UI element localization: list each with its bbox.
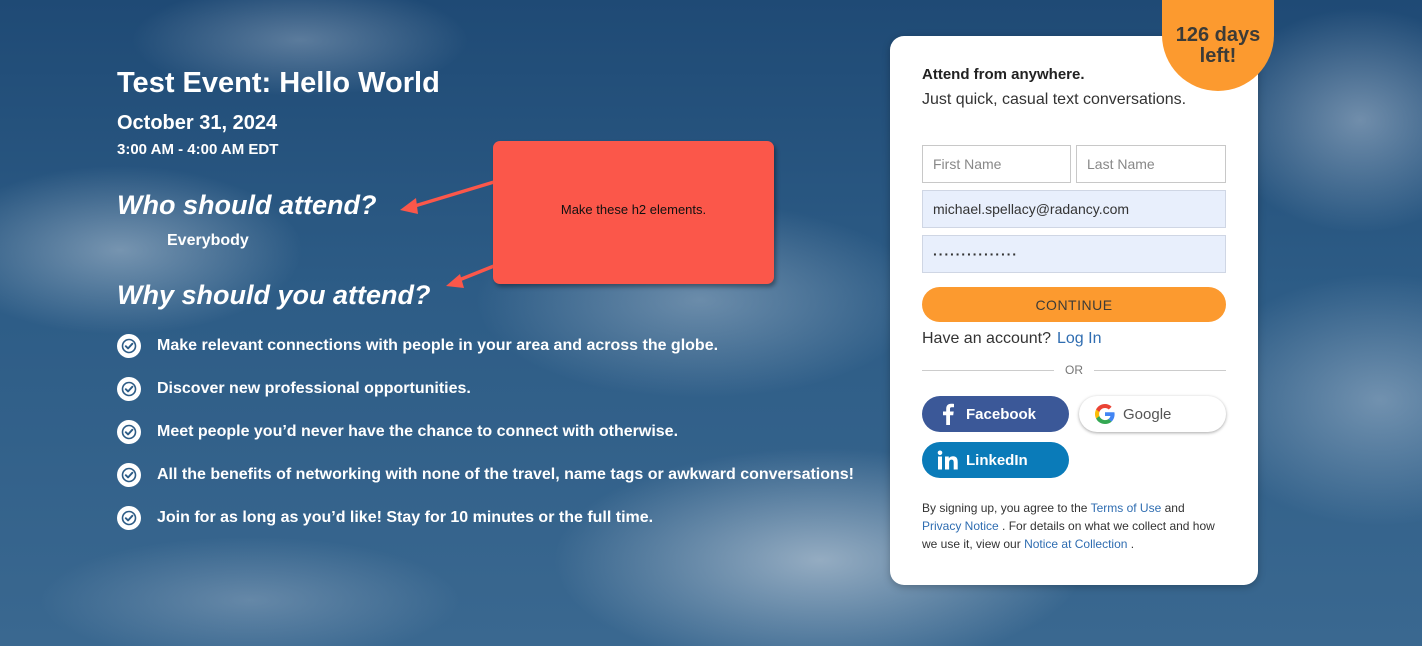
benefit-text: Join for as long as you’d like! Stay for… [157, 508, 654, 526]
last-name-field[interactable]: Last Name [1076, 145, 1226, 183]
event-date: October 31, 2024 [117, 112, 278, 134]
event-title: Test Event: Hello World [117, 67, 440, 99]
check-circle-icon [117, 505, 141, 530]
divider-line [1094, 370, 1226, 371]
password-field[interactable]: ··············· [922, 235, 1226, 273]
google-icon [1089, 403, 1121, 425]
email-field[interactable]: michael.spellacy@radancy.com [922, 190, 1226, 228]
list-item: Meet people you’d never have the chance … [117, 410, 854, 453]
first-name-placeholder: First Name [933, 156, 1002, 172]
linkedin-icon [932, 450, 964, 470]
signup-card: Attend from anywhere. Just quick, casual… [890, 36, 1258, 585]
have-account-text: Have an account? [922, 330, 1051, 347]
benefit-text: Meet people you’d never have the chance … [157, 422, 679, 440]
password-value: ··············· [933, 246, 1018, 262]
last-name-placeholder: Last Name [1087, 156, 1155, 172]
facebook-label: Facebook [966, 405, 1037, 423]
annotation-note-text: Make these h2 elements. [560, 202, 707, 217]
legal-text: By signing up, you agree to the Terms of… [922, 499, 1222, 553]
legal-text-part: By signing up, you agree to the [922, 501, 1088, 515]
check-circle-icon [117, 376, 141, 401]
facebook-icon [932, 403, 964, 425]
linkedin-label: LinkedIn [966, 451, 1028, 469]
benefit-text: All the benefits of networking with none… [157, 465, 855, 483]
or-divider: OR [922, 362, 1226, 377]
continue-button[interactable]: CONTINUE [922, 287, 1226, 322]
signup-header: Attend from anywhere. Just quick, casual… [922, 66, 1186, 109]
check-circle-icon [117, 419, 141, 444]
why-should-you-attend-heading: Why should you attend? [117, 280, 431, 310]
check-circle-icon [117, 462, 141, 487]
facebook-button[interactable]: Facebook [922, 396, 1069, 432]
have-account-row: Have an account? Log In [922, 330, 1101, 348]
first-name-field[interactable]: First Name [922, 145, 1071, 183]
google-button[interactable]: Google [1079, 396, 1226, 432]
list-item: Make relevant connections with people in… [117, 324, 854, 367]
privacy-notice-link[interactable]: Privacy Notice [922, 519, 999, 533]
benefit-text: Discover new professional opportunities. [157, 379, 471, 397]
arrow-icon [400, 180, 495, 214]
who-should-attend-value: Everybody [167, 232, 249, 249]
who-should-attend-heading: Who should attend? [117, 190, 377, 220]
signup-headline: Attend from anywhere. [922, 66, 1085, 83]
legal-text-part: and [1164, 501, 1185, 515]
notice-at-collection-link[interactable]: Notice at Collection [1024, 537, 1127, 551]
google-label: Google [1123, 405, 1172, 423]
list-item: All the benefits of networking with none… [117, 453, 854, 496]
check-circle-icon [117, 333, 141, 358]
list-item: Discover new professional opportunities. [117, 367, 854, 410]
days-left-count: 126 days [1175, 23, 1261, 46]
benefit-text: Make relevant connections with people in… [157, 336, 719, 354]
legal-text-part: . [1130, 537, 1135, 551]
signup-subhead: Just quick, casual text conversations. [922, 91, 1187, 108]
terms-of-use-link[interactable]: Terms of Use [1091, 501, 1162, 515]
days-left-label: left! [1199, 44, 1237, 67]
login-link[interactable]: Log In [1057, 330, 1101, 347]
benefits-list: Make relevant connections with people in… [117, 324, 854, 539]
email-value: michael.spellacy@radancy.com [933, 201, 1130, 217]
annotation-note: Make these h2 elements. [493, 141, 774, 284]
linkedin-button[interactable]: LinkedIn [922, 442, 1069, 478]
arrow-icon [446, 264, 495, 288]
list-item: Join for as long as you’d like! Stay for… [117, 496, 854, 539]
